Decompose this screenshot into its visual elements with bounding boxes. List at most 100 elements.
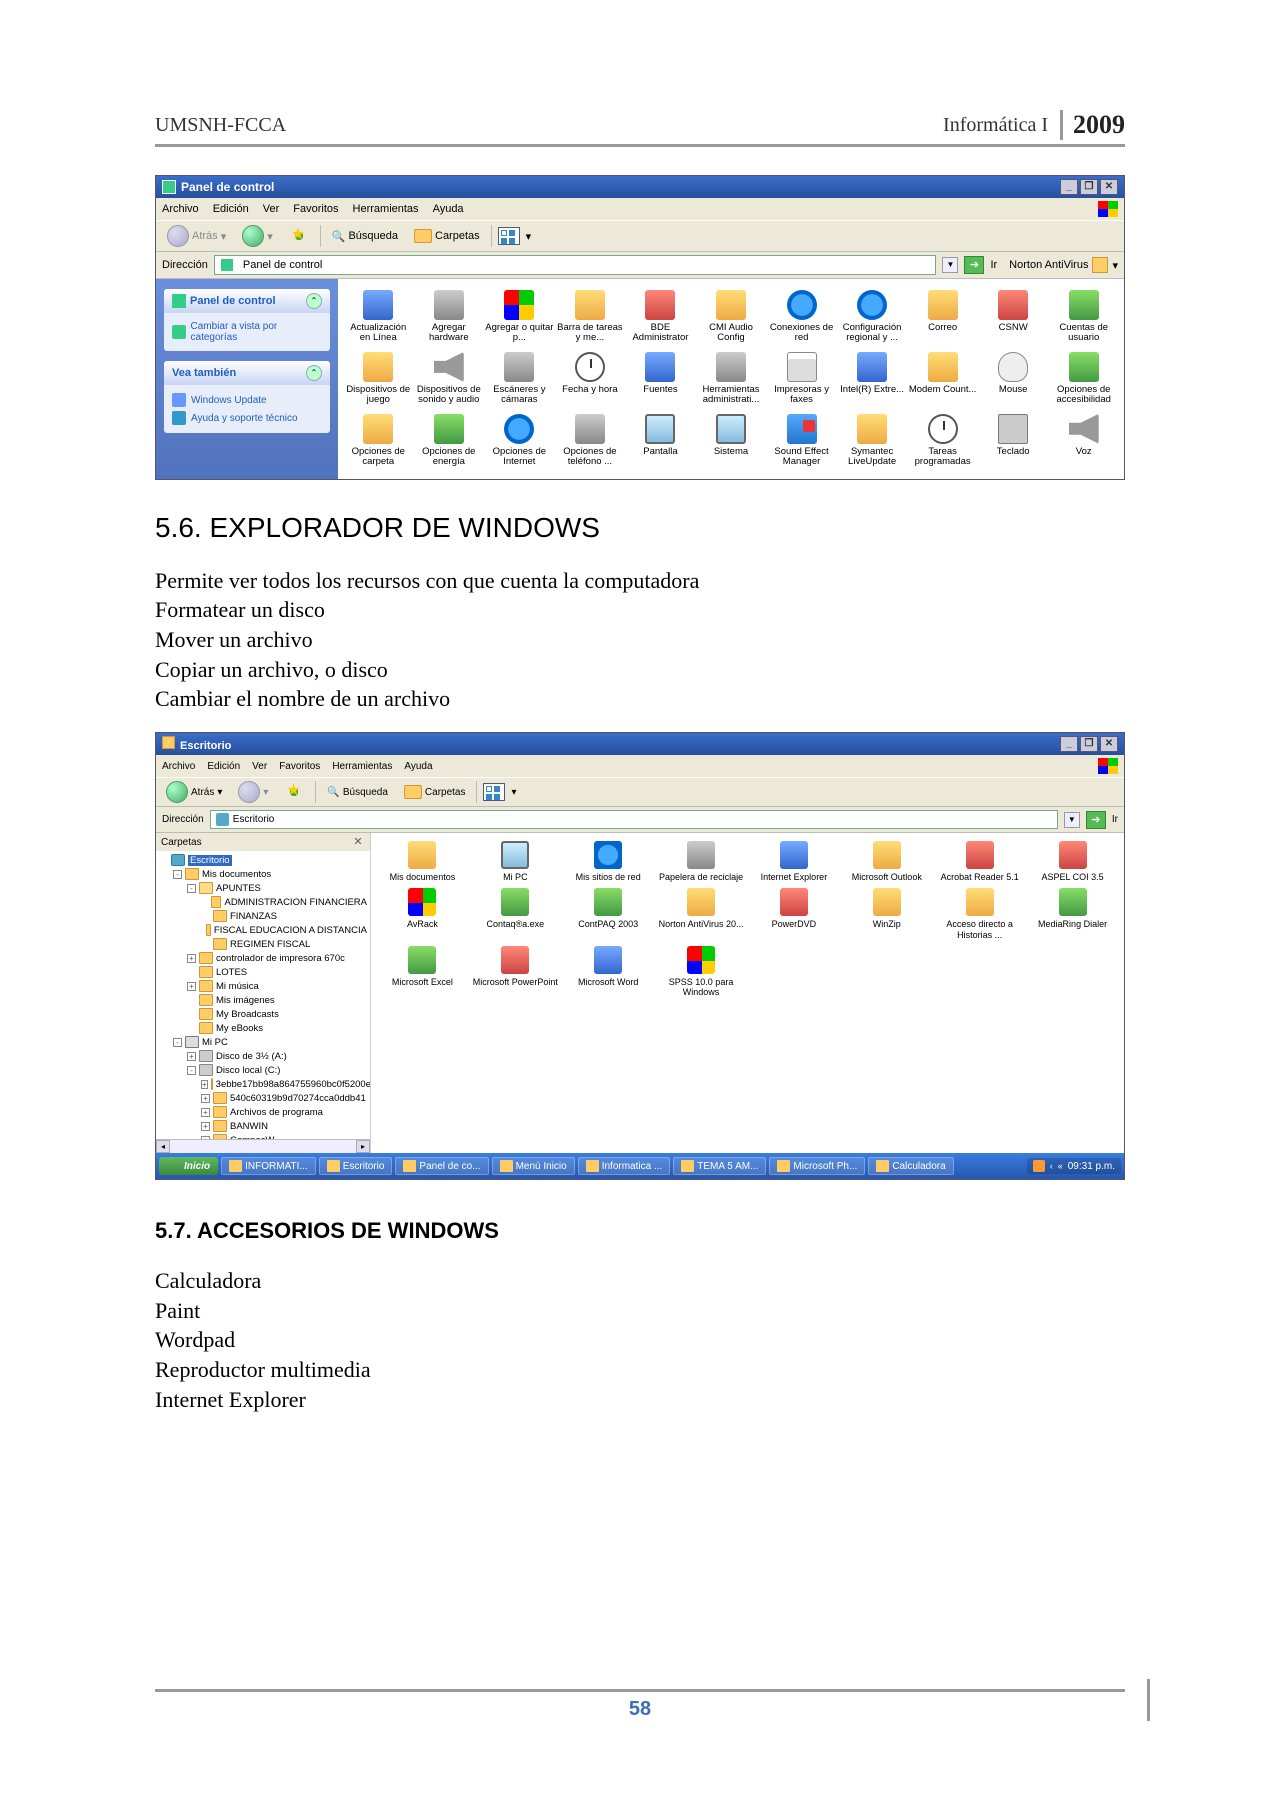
control-panel-item[interactable]: Conexiones de red [767,287,836,347]
desktop-item[interactable]: Mis documentos [379,841,466,882]
desktop-item[interactable]: Contaq®a.exe [472,888,559,940]
forward-icon[interactable] [238,781,260,803]
taskbar-item[interactable]: Menú Inicio [492,1157,575,1175]
switch-view-link[interactable]: Cambiar a vista por categorías [172,319,322,345]
address-bar[interactable]: Dirección Escritorio ▼ ➔ Ir [156,807,1124,833]
desktop-item[interactable]: Microsoft Excel [379,946,466,998]
expand-icon[interactable]: + [201,1094,210,1103]
tree-item[interactable]: Mis imágenes [159,993,367,1007]
control-panel-item[interactable]: Agregar hardware [415,287,484,347]
desktop-item[interactable]: ASPEL COI 3.5 [1029,841,1116,882]
tree-item[interactable]: My Broadcasts [159,1007,367,1021]
menu-item[interactable]: Favoritos [279,761,320,772]
collapse-icon[interactable]: ⌃ [306,293,322,309]
expand-icon[interactable]: - [187,884,196,893]
address-dropdown[interactable]: ▼ [1064,812,1080,828]
taskbar-item[interactable]: TEMA 5 AM... [673,1157,766,1175]
back-icon[interactable] [166,781,188,803]
control-panel-item[interactable]: Barra de tareas y me... [556,287,625,347]
control-panel-item[interactable]: CMI Audio Config [697,287,766,347]
menu-item[interactable]: Edición [213,203,249,215]
control-panel-item[interactable]: Sistema [697,411,766,471]
tree-item[interactable]: -Mi PC [159,1035,367,1049]
taskbar-item[interactable]: Calculadora [868,1157,953,1175]
back-button[interactable]: Atrás [192,230,218,242]
control-panel-item[interactable]: Opciones de teléfono ... [556,411,625,471]
tree-item[interactable]: FISCAL EDUCACION A DISTANCIA [159,923,367,937]
control-panel-item[interactable]: Agregar o quitar p... [485,287,554,347]
taskbar-item[interactable]: INFORMATI... [221,1157,316,1175]
control-panel-item[interactable]: Escáneres y cámaras [485,349,554,409]
close-button[interactable]: ✕ [1100,179,1118,195]
control-panel-item[interactable]: CSNW [979,287,1048,347]
go-button[interactable]: ➔ [964,256,984,274]
control-panel-item[interactable]: Opciones de energía [415,411,484,471]
taskbar[interactable]: Inicio INFORMATI...EscritorioPanel de co… [156,1153,1124,1179]
desktop-item[interactable]: Acrobat Reader 5.1 [936,841,1023,882]
menu-item[interactable]: Favoritos [293,203,338,215]
desktop-item[interactable]: MediaRing Dialer [1029,888,1116,940]
control-panel-item[interactable]: Fecha y hora [556,349,625,409]
back-icon[interactable] [167,225,189,247]
search-button[interactable]: 🔍 Búsqueda [327,228,403,245]
taskbar-item[interactable]: Escritorio [319,1157,393,1175]
restore-button[interactable]: ❐ [1080,736,1098,752]
taskbar-item[interactable]: Informatica ... [578,1157,671,1175]
menu-item[interactable]: Ver [252,761,267,772]
taskbar-item[interactable]: Microsoft Ph... [769,1157,865,1175]
views-button[interactable] [498,227,520,245]
scroll-right[interactable]: ▸ [356,1140,370,1153]
control-panel-item[interactable]: Dispositivos de sonido y audio [415,349,484,409]
folder-tree[interactable]: Escritorio-Mis documentos-APUNTESADMINIS… [156,851,370,1139]
control-panel-item[interactable]: Sound Effect Manager [767,411,836,471]
control-panel-item[interactable]: BDE Administrator [626,287,695,347]
control-panel-item[interactable]: Intel(R) Extre... [838,349,907,409]
address-bar[interactable]: Dirección Panel de control ▼ ➔ Ir Norton… [156,252,1124,279]
control-panel-item[interactable]: Impresoras y faxes [767,349,836,409]
tree-item[interactable]: LOTES [159,965,367,979]
norton-icon[interactable] [1092,257,1108,273]
tree-item[interactable]: +Archivos de programa [159,1105,367,1119]
desktop-item[interactable]: Microsoft PowerPoint [472,946,559,998]
menu-item[interactable]: Edición [207,761,240,772]
toolbar[interactable]: Atrás ▾ ▾ 🔍 Búsqueda Carpetas ▾ [156,220,1124,252]
titlebar[interactable]: Panel de control _ ❐ ✕ [156,176,1124,198]
collapse-icon[interactable]: ⌃ [306,365,322,381]
titlebar[interactable]: Escritorio _ ❐ ✕ [156,733,1124,755]
tree-item[interactable]: My eBooks [159,1021,367,1035]
menu-item[interactable]: Ayuda [433,203,464,215]
expand-icon[interactable]: - [173,1038,182,1047]
tree-item[interactable]: ADMINISTRACION FINANCIERA [159,895,367,909]
go-button[interactable]: ➔ [1086,811,1106,829]
address-value[interactable]: Escritorio [233,814,275,825]
menu-item[interactable]: Archivo [162,761,195,772]
desktop-item[interactable]: Papelera de reciclaje [658,841,745,882]
expand-icon[interactable]: + [201,1080,208,1089]
address-dropdown[interactable]: ▼ [942,257,958,273]
control-panel-item[interactable]: Symantec LiveUpdate [838,411,907,471]
tree-item[interactable]: +3ebbe17bb98a864755960bc0f5200e [159,1077,367,1091]
expand-icon[interactable]: + [187,1052,196,1061]
expand-icon[interactable]: + [201,1122,210,1131]
windows-update-link[interactable]: Windows Update [172,391,322,409]
menu-item[interactable]: Herramientas [332,761,392,772]
taskbar-item[interactable]: Panel de co... [395,1157,488,1175]
menu-item[interactable]: Ayuda [404,761,432,772]
search-button[interactable]: 🔍 Búsqueda [322,785,393,800]
tree-item[interactable]: -Mis documentos [159,867,367,881]
desktop-item[interactable]: ContPAQ 2003 [565,888,652,940]
desktop-item[interactable]: Mis sitios de red [565,841,652,882]
tree-item[interactable]: +BANWIN [159,1119,367,1133]
control-panel-item[interactable]: Mouse [979,349,1048,409]
tree-item[interactable]: -Disco local (C:) [159,1063,367,1077]
menubar[interactable]: Archivo Edición Ver Favoritos Herramientas Ay… [156,755,1124,777]
control-panel-item[interactable]: Teclado [979,411,1048,471]
menu-item[interactable]: Herramientas [353,203,419,215]
maximize-button[interactable]: ❐ [1080,179,1098,195]
desktop-item[interactable]: Acceso directo a Historias ... [936,888,1023,940]
tree-item[interactable]: -APUNTES [159,881,367,895]
control-panel-item[interactable]: Herramientas administrati... [697,349,766,409]
control-panel-item[interactable]: Fuentes [626,349,695,409]
desktop-item[interactable]: Mi PC [472,841,559,882]
folders-button[interactable]: Carpetas [399,783,471,801]
